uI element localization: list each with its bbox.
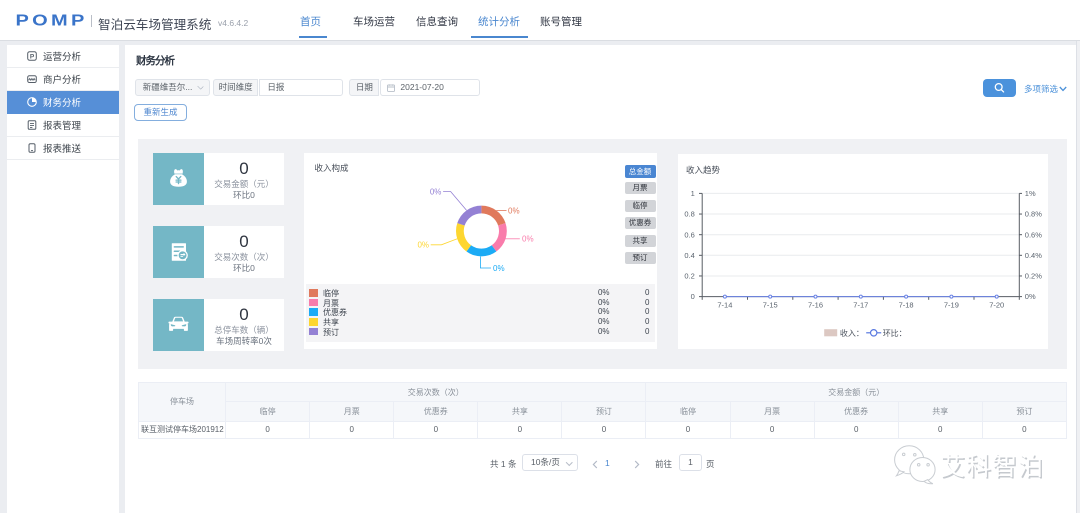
- svg-text:0%: 0%: [417, 240, 429, 249]
- svg-text:P: P: [30, 53, 35, 60]
- svg-text:7-18: 7-18: [899, 300, 914, 309]
- svg-text:0.4: 0.4: [684, 250, 694, 259]
- svg-text:7-20: 7-20: [989, 300, 1004, 309]
- svg-text:环比：: 环比：: [883, 328, 907, 338]
- svg-text:0%: 0%: [508, 206, 520, 215]
- svg-text:0.8: 0.8: [684, 209, 694, 218]
- svg-text:7-15: 7-15: [763, 300, 778, 309]
- svg-text:0.6: 0.6: [684, 230, 694, 239]
- svg-text:0.8%: 0.8%: [1025, 209, 1042, 218]
- svg-text:7-16: 7-16: [808, 300, 823, 309]
- svg-text:0.6%: 0.6%: [1025, 230, 1042, 239]
- svg-text:0%: 0%: [1025, 292, 1036, 301]
- svg-text:0%: 0%: [429, 187, 441, 196]
- svg-text:7-19: 7-19: [944, 300, 959, 309]
- svg-text:0: 0: [691, 292, 695, 301]
- svg-text:7-17: 7-17: [853, 300, 868, 309]
- svg-text:0.4%: 0.4%: [1025, 250, 1042, 259]
- svg-text:0.2: 0.2: [684, 271, 694, 280]
- svg-text:0%: 0%: [522, 234, 534, 243]
- svg-text:1%: 1%: [1025, 189, 1036, 198]
- svg-text:7-14: 7-14: [717, 300, 732, 309]
- svg-text:1: 1: [691, 189, 695, 198]
- svg-text:0%: 0%: [493, 263, 505, 272]
- svg-text:0.2%: 0.2%: [1025, 271, 1042, 280]
- svg-text:收入：: 收入：: [840, 328, 864, 338]
